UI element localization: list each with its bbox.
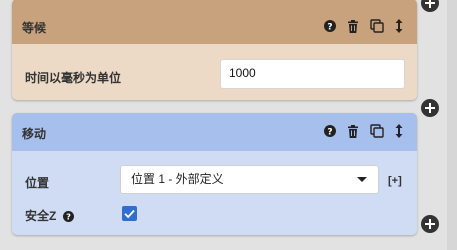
safe-z-checkbox[interactable]	[122, 206, 137, 221]
copy-icon[interactable]	[370, 124, 384, 138]
help-icon[interactable]: ?	[324, 125, 336, 137]
move-block: 移动 ? 位置 位置 1 - 外部定义 [+] 安全Z ?	[12, 113, 417, 235]
svg-text:?: ?	[327, 128, 332, 138]
position-label: 位置	[25, 176, 50, 190]
position-select-value: 位置 1 - 外部定义	[131, 172, 224, 186]
add-block-icon[interactable]	[421, 215, 439, 233]
svg-text:?: ?	[66, 212, 71, 222]
move-block-header[interactable]: 移动 ?	[12, 113, 417, 151]
wait-time-input[interactable]: 1000	[220, 59, 405, 89]
svg-text:?: ?	[327, 23, 332, 33]
safe-z-text: 安全Z	[25, 209, 57, 223]
help-icon[interactable]: ?	[324, 20, 336, 32]
help-icon[interactable]: ?	[62, 211, 74, 225]
add-block-icon[interactable]	[421, 0, 439, 12]
workspace-edge	[447, 0, 457, 250]
wait-block-title: 等候	[22, 21, 47, 35]
wait-block: 等候 ? 时间以毫秒为单位 1000	[12, 0, 417, 100]
checkmark-icon	[124, 209, 135, 219]
drag-icon[interactable]	[395, 19, 403, 33]
position-select[interactable]: 位置 1 - 外部定义	[120, 165, 379, 194]
wait-block-header[interactable]: 等候 ?	[12, 0, 417, 44]
chevron-down-icon	[357, 177, 367, 182]
trash-icon[interactable]	[347, 19, 359, 33]
add-block-icon[interactable]	[421, 99, 439, 117]
safe-z-label: 安全Z ?	[25, 207, 74, 225]
drag-icon[interactable]	[395, 124, 403, 138]
wait-time-label: 时间以毫秒为单位	[25, 71, 122, 85]
add-position-link[interactable]: [+]	[388, 175, 402, 187]
trash-icon[interactable]	[347, 124, 359, 138]
copy-icon[interactable]	[370, 19, 384, 33]
move-block-title: 移动	[22, 127, 47, 141]
